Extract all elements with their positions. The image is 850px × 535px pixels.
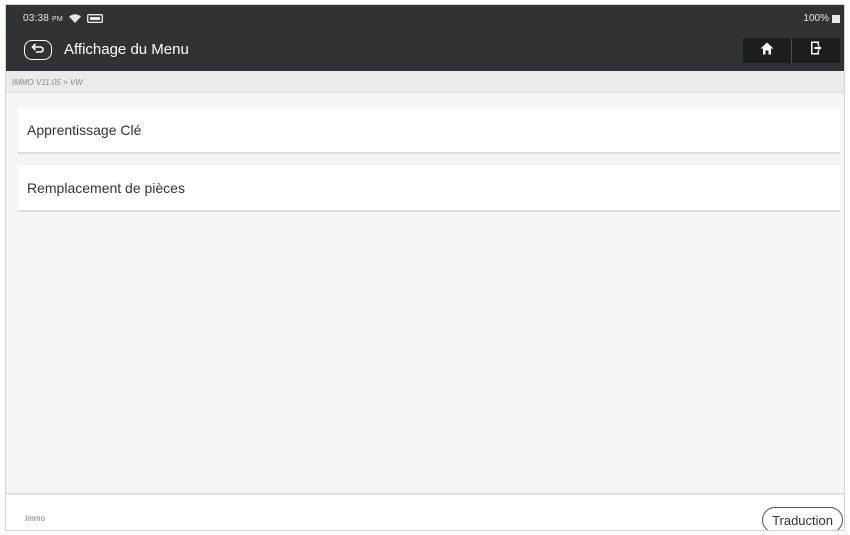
status-time: 03:38 PM bbox=[23, 13, 63, 24]
footer-label: Immo bbox=[25, 514, 45, 523]
menu-list: Apprentissage Clé Remplacement de pièces bbox=[6, 93, 844, 493]
home-icon bbox=[760, 42, 774, 60]
wifi-icon bbox=[68, 14, 81, 23]
menu-item-apprentissage-cle[interactable]: Apprentissage Clé bbox=[18, 107, 840, 154]
exit-button[interactable] bbox=[791, 38, 840, 63]
battery-level: 100% bbox=[803, 13, 829, 24]
breadcrumb-path: IMMO V11.05 > VW bbox=[12, 78, 83, 87]
menu-item-remplacement-pieces[interactable]: Remplacement de pièces bbox=[18, 165, 840, 212]
footer: Immo Traduction bbox=[6, 493, 844, 530]
exit-icon bbox=[810, 41, 822, 60]
status-bar: 03:38 PM 100% bbox=[6, 5, 844, 31]
status-left: 03:38 PM bbox=[23, 13, 103, 24]
home-button[interactable] bbox=[743, 38, 791, 63]
breadcrumb: IMMO V11.05 > VW bbox=[6, 71, 844, 93]
title-bar: Affichage du Menu bbox=[6, 31, 844, 71]
translate-button[interactable]: Traduction bbox=[762, 507, 843, 530]
page-title: Affichage du Menu bbox=[64, 41, 189, 58]
battery-icon bbox=[832, 14, 840, 23]
menu-item-label: Apprentissage Clé bbox=[27, 122, 142, 138]
menu-item-label: Remplacement de pièces bbox=[27, 180, 185, 196]
back-button[interactable] bbox=[24, 40, 52, 60]
status-right: 100% bbox=[803, 13, 840, 24]
status-time-value: 03:38 bbox=[23, 13, 50, 24]
nav-buttons bbox=[743, 38, 840, 63]
tablet-icon bbox=[86, 13, 103, 23]
back-arrow-icon bbox=[31, 41, 45, 59]
app-window: 03:38 PM 100% Affichage du Menu IMMO V11… bbox=[5, 4, 845, 531]
status-time-period: PM bbox=[52, 16, 63, 23]
